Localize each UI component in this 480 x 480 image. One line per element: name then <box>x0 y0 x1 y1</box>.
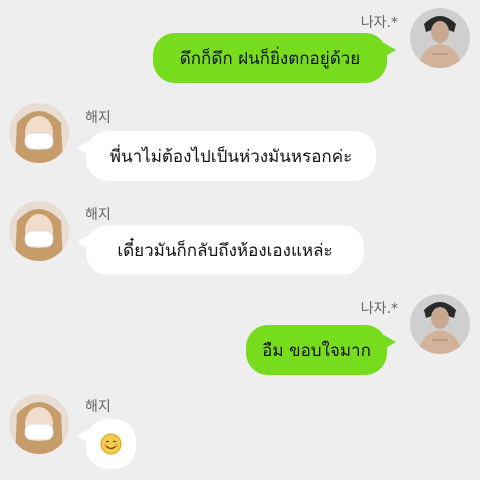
message-bubble[interactable]: อืม ขอบใจมาก <box>246 325 396 375</box>
message-bubble[interactable]: เดี๋ยวมันก็กลับถึงห้องเองแหล่ะ <box>77 225 364 275</box>
female-masked-avatar[interactable] <box>9 103 69 163</box>
male-avatar[interactable] <box>410 8 470 68</box>
message-bubble[interactable] <box>77 419 136 469</box>
sender-name: 해지 <box>85 110 111 126</box>
message-bubble[interactable]: พี่นาไม่ต้องไปเป็นห่วงมันหรอกค่ะ <box>77 131 376 181</box>
female-masked-avatar[interactable] <box>9 201 69 261</box>
sender-name: 나자.* <box>360 301 398 317</box>
sender-name: 해지 <box>85 399 111 415</box>
smiling-face-emoji-icon <box>100 433 122 455</box>
message-text: อืม ขอบใจมาก <box>262 340 371 361</box>
sender-name: 해지 <box>85 207 111 223</box>
sender-name: 나자.* <box>360 15 398 31</box>
male-avatar[interactable] <box>410 294 470 354</box>
message-text: ดึกก็ดึก ฝนก็ยิ่งตกอยู่ด้วย <box>179 48 361 69</box>
female-masked-avatar[interactable] <box>9 394 69 454</box>
message-text: เดี๋ยวมันก็กลับถึงห้องเองแหล่ะ <box>117 240 333 261</box>
message-bubble[interactable]: ดึกก็ดึก ฝนก็ยิ่งตกอยู่ด้วย <box>153 33 396 83</box>
message-text: พี่นาไม่ต้องไปเป็นห่วงมันหรอกค่ะ <box>109 146 353 167</box>
